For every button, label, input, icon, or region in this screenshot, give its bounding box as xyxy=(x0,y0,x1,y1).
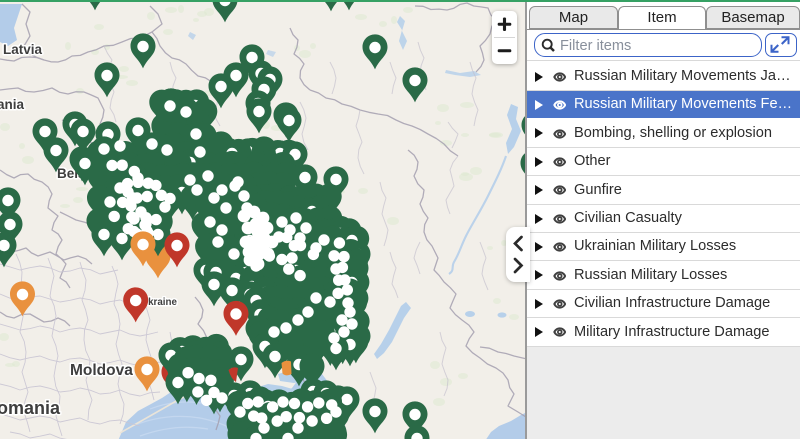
svg-text:Romania: Romania xyxy=(0,398,61,418)
svg-text:Latvia: Latvia xyxy=(3,42,43,57)
svg-text:Lithuania: Lithuania xyxy=(0,97,24,112)
svg-text:Moldova: Moldova xyxy=(70,362,133,379)
